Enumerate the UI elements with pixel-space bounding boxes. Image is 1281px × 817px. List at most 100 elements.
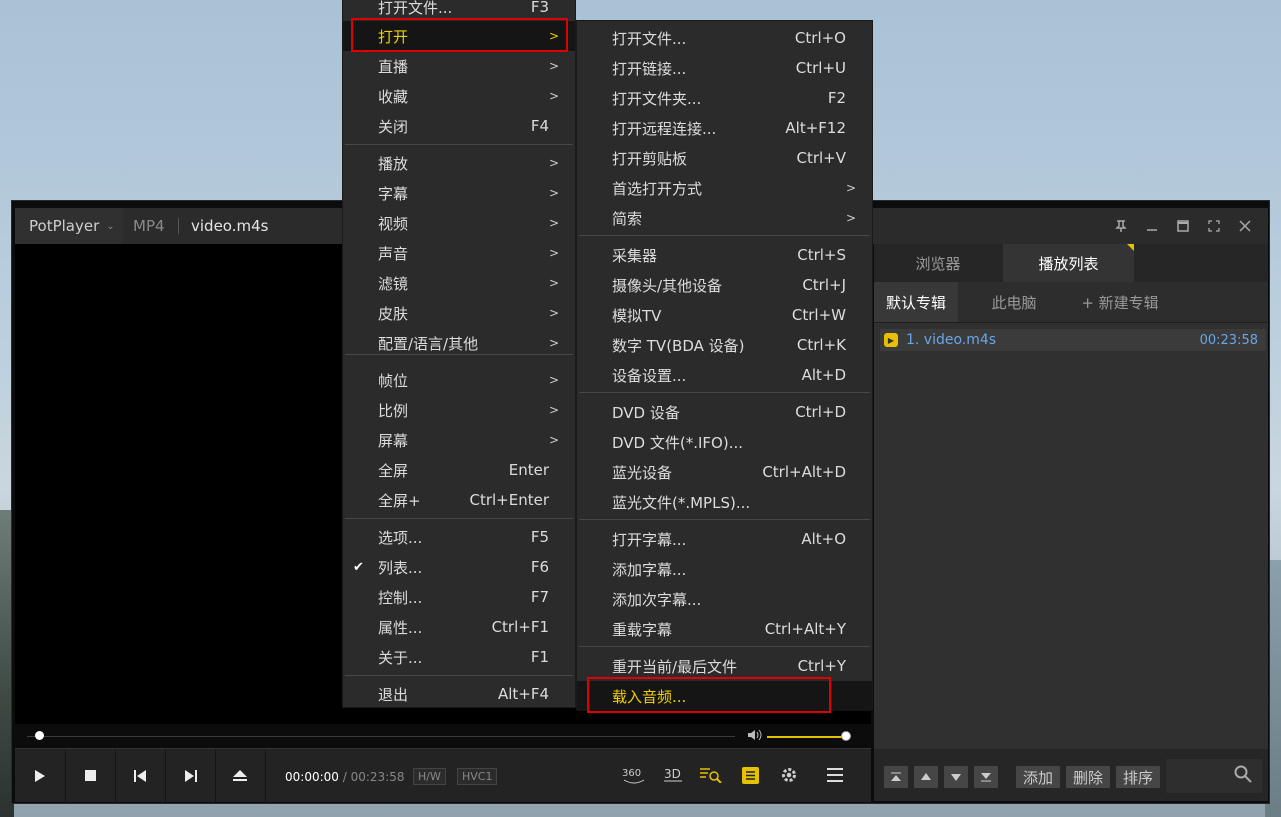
- menu-item[interactable]: 滤镜 >: [343, 268, 575, 298]
- menu-item[interactable]: 添加次字幕...: [577, 584, 872, 614]
- codec-badge[interactable]: HVC1: [457, 768, 498, 785]
- menu-icon[interactable]: [827, 768, 843, 786]
- menu-item[interactable]: 打开字幕... Alt+O: [577, 524, 872, 554]
- move-bottom-icon[interactable]: [974, 766, 998, 788]
- new-album-button[interactable]: + 新建专辑: [1070, 282, 1170, 322]
- 360-icon[interactable]: 360: [621, 765, 647, 791]
- menu-item[interactable]: 打开文件... Ctrl+O: [577, 23, 872, 53]
- menu-item-label: 打开: [378, 27, 409, 46]
- menu-item[interactable]: 重载字幕 Ctrl+Alt+Y: [577, 614, 872, 644]
- menu-item[interactable]: 视频 >: [343, 208, 575, 238]
- submenu-arrow-icon: >: [548, 373, 559, 387]
- playlist-search-icon[interactable]: [700, 767, 722, 787]
- menu-item[interactable]: 声音 >: [343, 238, 575, 268]
- menu-item[interactable]: 蓝光文件(*.MPLS)...: [577, 487, 872, 517]
- menu-item[interactable]: 简索 >: [577, 203, 872, 233]
- menu-item[interactable]: ✔ 列表... F6: [343, 552, 575, 582]
- close-icon[interactable]: [1229, 208, 1260, 244]
- menu-item[interactable]: 摄像头/其他设备 Ctrl+J: [577, 270, 872, 300]
- gear-icon[interactable]: [780, 766, 798, 788]
- menu-item[interactable]: 关于... F1: [343, 642, 575, 672]
- menu-item-shortcut: Ctrl+U: [795, 59, 846, 77]
- sort-button[interactable]: 排序: [1116, 766, 1160, 788]
- menu-item[interactable]: 全屏 Enter: [343, 455, 575, 485]
- menu-item[interactable]: 帧位 >: [343, 365, 575, 395]
- eject-button[interactable]: [215, 749, 266, 802]
- menu-item[interactable]: 打开 >: [343, 21, 575, 51]
- menu-item[interactable]: 打开链接... Ctrl+U: [577, 53, 872, 83]
- menu-item-label: 简索: [612, 209, 643, 228]
- fullscreen-icon[interactable]: [1198, 208, 1229, 244]
- tab-playlist[interactable]: 播放列表: [1003, 244, 1134, 282]
- 3d-icon[interactable]: 3D: [663, 766, 685, 788]
- menu-item[interactable]: 打开文件... F3: [343, 0, 575, 22]
- playlist-item[interactable]: ▶ 1. video.m4s 00:23:58: [880, 329, 1266, 351]
- menu-item[interactable]: 播放 >: [343, 148, 575, 178]
- album-default[interactable]: 默认专辑: [874, 282, 958, 322]
- volume-slider[interactable]: [767, 736, 849, 738]
- menu-item-label: 控制...: [378, 588, 423, 607]
- volume-icon[interactable]: [747, 728, 763, 745]
- menu-item[interactable]: 添加字幕...: [577, 554, 872, 584]
- menu-item-shortcut: F3: [530, 0, 549, 16]
- menu-item[interactable]: 收藏 >: [343, 81, 575, 111]
- menu-item[interactable]: 蓝光设备 Ctrl+Alt+D: [577, 457, 872, 487]
- menu-item[interactable]: 首选打开方式 >: [577, 173, 872, 203]
- seek-bar[interactable]: [27, 731, 735, 740]
- menu-item[interactable]: DVD 设备 Ctrl+D: [577, 397, 872, 427]
- menu-item[interactable]: 字幕 >: [343, 178, 575, 208]
- menu-item[interactable]: 屏幕 >: [343, 425, 575, 455]
- maximize-icon[interactable]: [1167, 208, 1198, 244]
- hw-decoder-badge[interactable]: H/W: [413, 768, 446, 785]
- menu-item[interactable]: 直播 >: [343, 51, 575, 81]
- menu-item[interactable]: 退出 Alt+F4: [343, 679, 575, 709]
- menu-item-label: 滤镜: [378, 274, 409, 293]
- menu-item[interactable]: 属性... Ctrl+F1: [343, 612, 575, 642]
- app-brand: PotPlayer: [29, 217, 100, 235]
- menu-item[interactable]: 重开当前/最后文件 Ctrl+Y: [577, 651, 872, 681]
- menu-item[interactable]: 载入音频...: [577, 681, 872, 711]
- seek-handle[interactable]: [35, 731, 44, 740]
- menu-item[interactable]: 打开文件夹... F2: [577, 83, 872, 113]
- menu-item-shortcut: Ctrl+J: [802, 276, 846, 294]
- chevron-down-icon: ⌄: [106, 220, 115, 232]
- menu-item[interactable]: DVD 文件(*.IFO)...: [577, 427, 872, 457]
- next-button[interactable]: [165, 749, 216, 802]
- menu-item[interactable]: 打开剪贴板 Ctrl+V: [577, 143, 872, 173]
- menu-item[interactable]: 全屏+ Ctrl+Enter: [343, 485, 575, 515]
- menu-item-label: 数字 TV(BDA 设备): [612, 336, 745, 355]
- play-button[interactable]: [15, 749, 66, 802]
- volume-handle[interactable]: [841, 731, 851, 741]
- menu-item[interactable]: 模拟TV Ctrl+W: [577, 300, 872, 330]
- menu-item[interactable]: 设备设置... Alt+D: [577, 360, 872, 390]
- menu-item[interactable]: 数字 TV(BDA 设备) Ctrl+K: [577, 330, 872, 360]
- playlist-item-title: 1. video.m4s: [906, 332, 997, 348]
- menu-item[interactable]: 控制... F7: [343, 582, 575, 612]
- move-down-icon[interactable]: [944, 766, 968, 788]
- playlist-search[interactable]: [1166, 759, 1262, 793]
- stop-button[interactable]: [65, 749, 116, 802]
- add-button[interactable]: 添加: [1016, 766, 1060, 788]
- menu-item[interactable]: 皮肤 >: [343, 298, 575, 328]
- menu-separator: [345, 518, 573, 519]
- submenu-arrow-icon: >: [548, 403, 559, 417]
- app-menu-button[interactable]: PotPlayer ⌄: [15, 208, 123, 244]
- menu-item[interactable]: 关闭 F4: [343, 111, 575, 141]
- previous-button[interactable]: [115, 749, 166, 802]
- menu-item[interactable]: 打开远程连接... Alt+F12: [577, 113, 872, 143]
- move-up-icon[interactable]: [914, 766, 938, 788]
- move-top-icon[interactable]: [884, 766, 908, 788]
- menu-item-shortcut: Ctrl+D: [795, 403, 846, 421]
- pin-icon[interactable]: [1105, 208, 1136, 244]
- menu-separator: [579, 392, 870, 393]
- search-icon[interactable]: [1234, 765, 1252, 787]
- menu-item[interactable]: 比例 >: [343, 395, 575, 425]
- minimize-icon[interactable]: [1136, 208, 1167, 244]
- album-this-pc[interactable]: 此电脑: [960, 282, 1068, 322]
- menu-item[interactable]: 采集器 Ctrl+S: [577, 240, 872, 270]
- menu-item[interactable]: 选项... F5: [343, 522, 575, 552]
- playlist-toggle-icon[interactable]: [742, 767, 759, 788]
- delete-button[interactable]: 删除: [1066, 766, 1110, 788]
- tab-browser[interactable]: 浏览器: [874, 244, 1002, 282]
- menu-item-label: 重开当前/最后文件: [612, 657, 738, 676]
